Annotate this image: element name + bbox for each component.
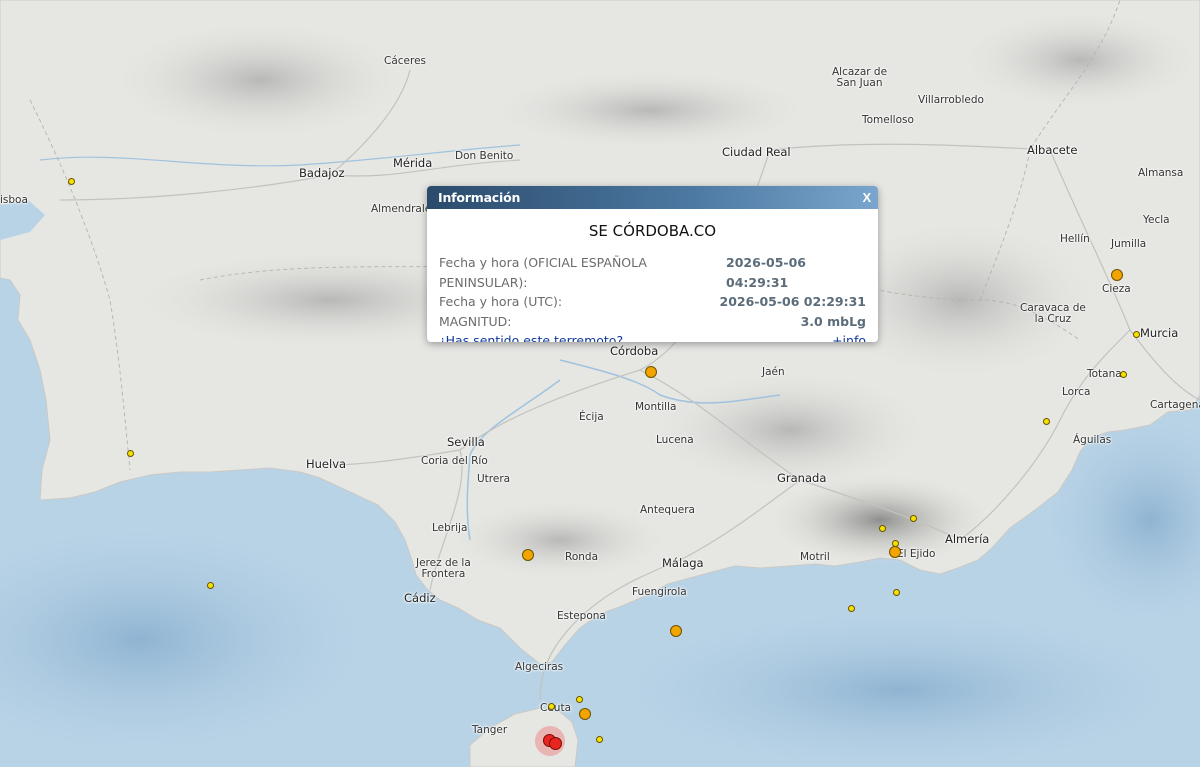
city-label: Totana [1087, 368, 1122, 380]
city-label: Cáceres [384, 55, 427, 67]
earthquake-marker[interactable] [848, 605, 855, 612]
city-label: Ronda [565, 551, 599, 563]
info-label: MAGNITUD: [439, 313, 512, 329]
close-icon[interactable]: X [863, 186, 872, 209]
city-label: Granada [777, 471, 827, 485]
city-label: Villarrobledo [918, 94, 984, 106]
info-row: MAGNITUD: 3.0 mbLg [427, 312, 878, 332]
earthquake-marker[interactable] [522, 549, 534, 561]
earthquake-marker[interactable] [889, 546, 901, 558]
city-label: Córdoba [610, 344, 659, 358]
city-label: Don Benito [455, 150, 514, 162]
earthquake-marker[interactable] [1133, 331, 1140, 338]
city-label: Tomelloso [862, 114, 914, 126]
earthquake-marker[interactable] [127, 450, 134, 457]
city-label: Almería [945, 532, 990, 546]
city-label: Lebrija [432, 522, 468, 534]
earthquake-location: SE CÓRDOBA.CO [588, 222, 717, 240]
city-label: Ceuta [540, 702, 571, 714]
city-label: Écija [579, 411, 604, 423]
info-value: 2026-05-06 02:29:31 [719, 294, 867, 309]
earthquake-marker-recent[interactable] [549, 737, 562, 750]
city-label: Albacete [1027, 143, 1078, 157]
city-label: Hellín [1060, 233, 1090, 245]
earthquake-marker[interactable] [1120, 371, 1127, 378]
earthquake-marker[interactable] [68, 178, 75, 185]
earthquake-marker[interactable] [670, 625, 682, 637]
relief [490, 70, 810, 150]
city-label: Antequera [640, 504, 695, 516]
city-label: Sevilla [447, 435, 485, 449]
info-links-row: ¿Has sentido este terremoto? +info [427, 331, 878, 342]
earthquake-marker[interactable] [879, 525, 886, 532]
earthquake-marker[interactable] [579, 708, 591, 720]
info-label: Fecha y hora (UTC): [439, 294, 563, 309]
relief [110, 20, 410, 140]
map-canvas[interactable] [0, 0, 1200, 767]
info-value: 2026-05-06 04:29:31 [726, 255, 806, 290]
city-label: Badajoz [299, 166, 345, 180]
earthquake-marker[interactable] [548, 703, 555, 710]
city-label: Huelva [306, 457, 347, 471]
popup-title: Información [438, 190, 521, 205]
city-label: El Ejido [897, 548, 936, 560]
info-row: Fecha y hora (UTC): 2026-05-06 02:29:31 [427, 292, 878, 312]
earthquake-marker[interactable] [645, 366, 657, 378]
city-label: Lorca [1062, 386, 1091, 398]
popup-titlebar: Información X [427, 186, 878, 209]
felt-earthquake-link[interactable]: ¿Has sentido este terremoto? [439, 331, 623, 342]
city-label: Jerez de la Frontera [416, 557, 471, 580]
earthquake-marker[interactable] [910, 515, 917, 522]
city-label: Estepona [557, 610, 606, 622]
city-label: Jumilla [1111, 238, 1147, 250]
city-label: Caravaca de la Cruz [1020, 302, 1086, 325]
earthquake-marker[interactable] [893, 589, 900, 596]
info-row: Fecha y hora (OFICIAL ESPAÑOLA PENINSULA… [427, 253, 878, 292]
info-popup: Información X SE CÓRDOBA.CO Fecha y hora… [427, 186, 878, 342]
relief [450, 500, 670, 580]
city-label: Murcia [1140, 326, 1179, 340]
more-info-link[interactable]: +info [832, 331, 866, 342]
info-value: 3.0 mbLg [800, 313, 866, 329]
city-label: Almansa [1138, 167, 1184, 179]
earthquake-marker[interactable] [576, 696, 583, 703]
city-label: Cartagena [1150, 399, 1200, 411]
city-label: Cádiz [404, 591, 436, 605]
city-label: Motril [800, 551, 830, 563]
earthquake-marker[interactable] [1043, 418, 1050, 425]
city-label: Tanger [472, 724, 508, 736]
city-label: Águilas [1073, 434, 1112, 446]
earthquake-marker[interactable] [1111, 269, 1123, 281]
city-label: Mérida [393, 156, 433, 170]
city-label: Málaga [662, 556, 704, 570]
city-label: Lucena [656, 434, 694, 446]
city-label: Alcazar de San Juan [832, 66, 888, 89]
earthquake-marker[interactable] [207, 582, 214, 589]
city-label: Yecla [1143, 214, 1170, 226]
city-label: Algeciras [515, 661, 564, 673]
city-label: isboa [0, 194, 28, 206]
city-label: Cieza [1102, 283, 1131, 295]
info-label: Fecha y hora (OFICIAL ESPAÑOLA PENINSULA… [439, 255, 647, 290]
earthquake-marker[interactable] [596, 736, 603, 743]
relief [960, 10, 1200, 110]
city-label: Fuengirola [632, 586, 687, 598]
city-label: Montilla [635, 401, 677, 413]
city-label: Coria del Río [421, 455, 488, 467]
city-label: Ciudad Real [722, 145, 791, 159]
city-label: Jaén [762, 366, 785, 378]
city-label: Utrera [477, 473, 511, 485]
